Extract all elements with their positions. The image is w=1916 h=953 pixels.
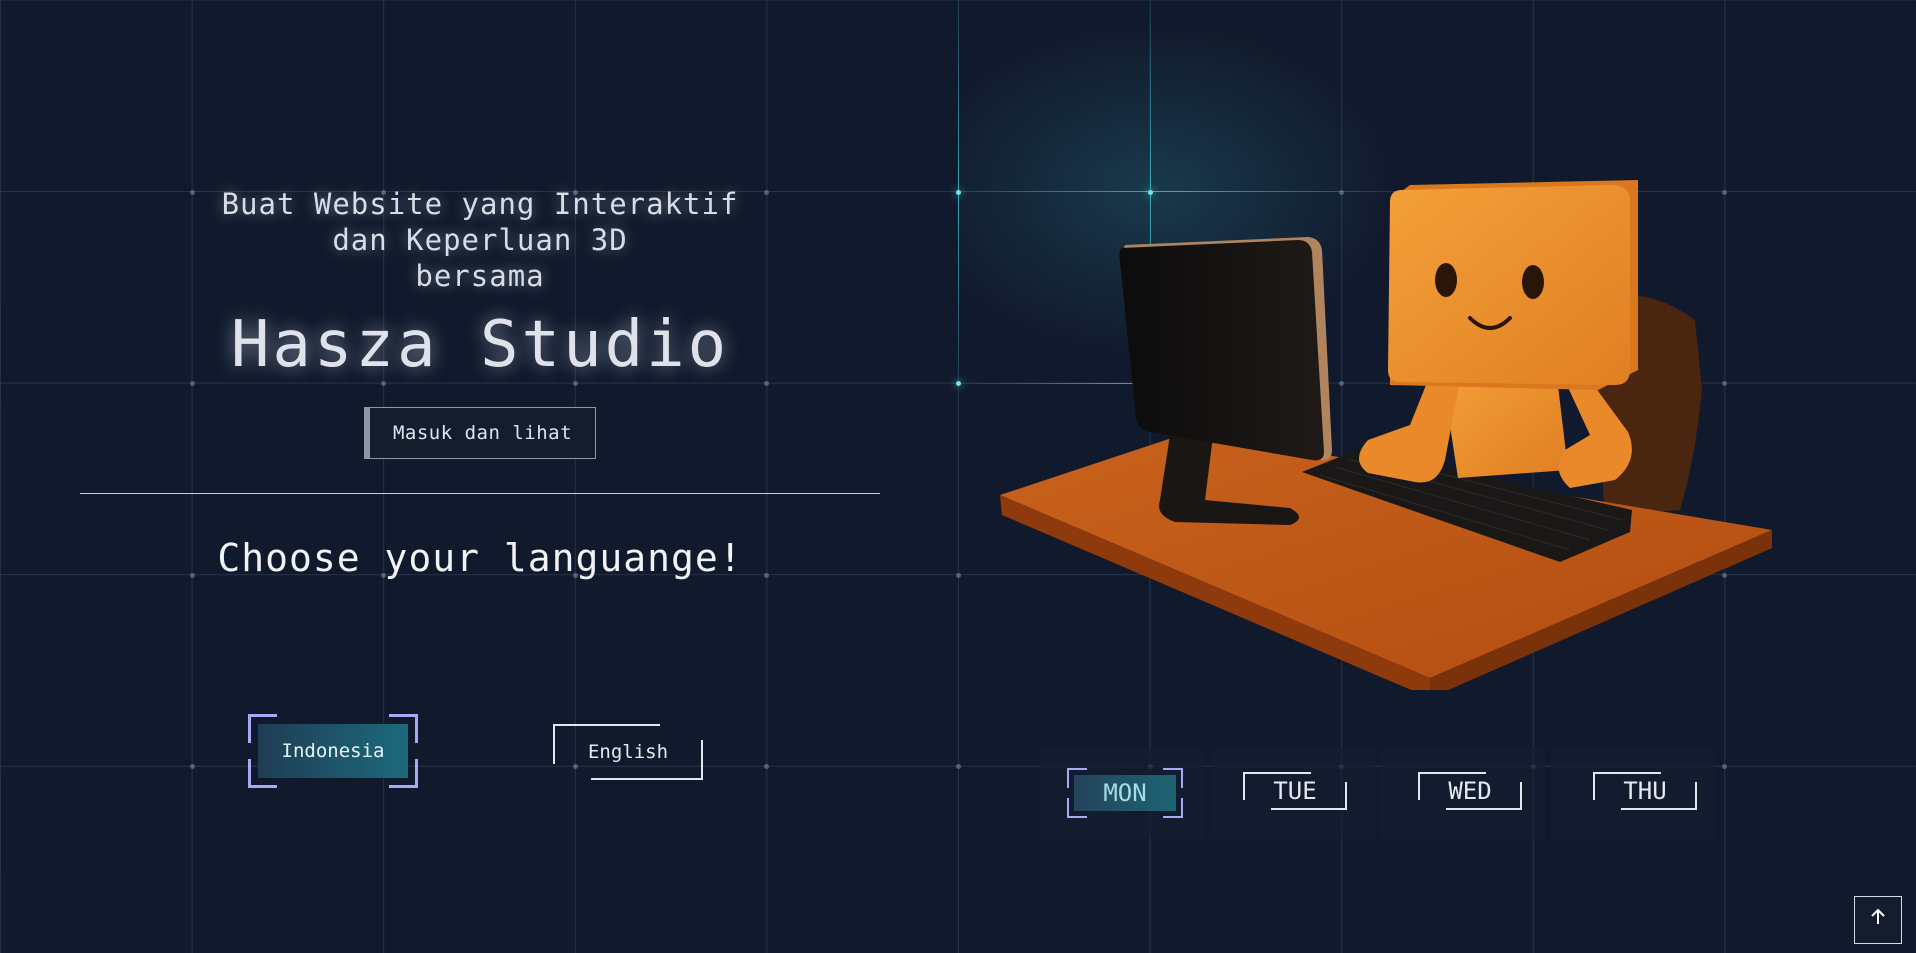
language-heading: Choose your languange!: [217, 536, 743, 580]
hero-tagline: Buat Website yang Interaktif dan Keperlu…: [200, 186, 760, 294]
day-tab-tue[interactable]: TUE: [1243, 772, 1347, 810]
bracket-decoration: [1621, 782, 1697, 810]
language-option-indonesia[interactable]: Indonesia: [248, 714, 418, 788]
day-label: MON: [1074, 775, 1176, 811]
monitor-back: [1119, 240, 1324, 461]
day-tab-mon[interactable]: MON: [1067, 768, 1183, 818]
arrow-up-icon: [1868, 907, 1888, 933]
grid-dot: [956, 764, 961, 770]
grid-dot: [189, 189, 195, 195]
robot-at-desk-illustration: [1000, 180, 1772, 690]
grid-dot: [956, 189, 961, 195]
language-option-english[interactable]: English: [553, 724, 703, 780]
enter-button[interactable]: Masuk dan lihat: [364, 407, 596, 459]
grid-dot: [956, 381, 961, 387]
tagline-line: bersama: [415, 259, 545, 293]
grid-dot: [189, 764, 195, 770]
grid-dot: [956, 572, 961, 578]
divider: [80, 493, 880, 494]
bracket-decoration: [1446, 782, 1522, 810]
tagline-line: Buat Website yang Interaktif: [221, 187, 739, 221]
studio-name: Hasza Studio: [230, 308, 730, 382]
grid-dot: [764, 764, 770, 770]
grid-dot: [1722, 764, 1728, 770]
scroll-to-top-button[interactable]: [1854, 896, 1902, 944]
grid-dot: [764, 189, 770, 195]
day-tab-thu[interactable]: THU: [1593, 772, 1697, 810]
robot-head: [1388, 185, 1630, 385]
robot-left-eye: [1435, 263, 1457, 297]
tagline-line: dan Keperluan 3D: [332, 223, 628, 257]
robot-left-arm: [1359, 375, 1460, 483]
day-tab-wed[interactable]: WED: [1418, 772, 1522, 810]
bracket-decoration: [1271, 782, 1347, 810]
bracket-decoration: [591, 740, 703, 780]
language-label: Indonesia: [258, 724, 408, 778]
robot-right-eye: [1522, 265, 1544, 299]
